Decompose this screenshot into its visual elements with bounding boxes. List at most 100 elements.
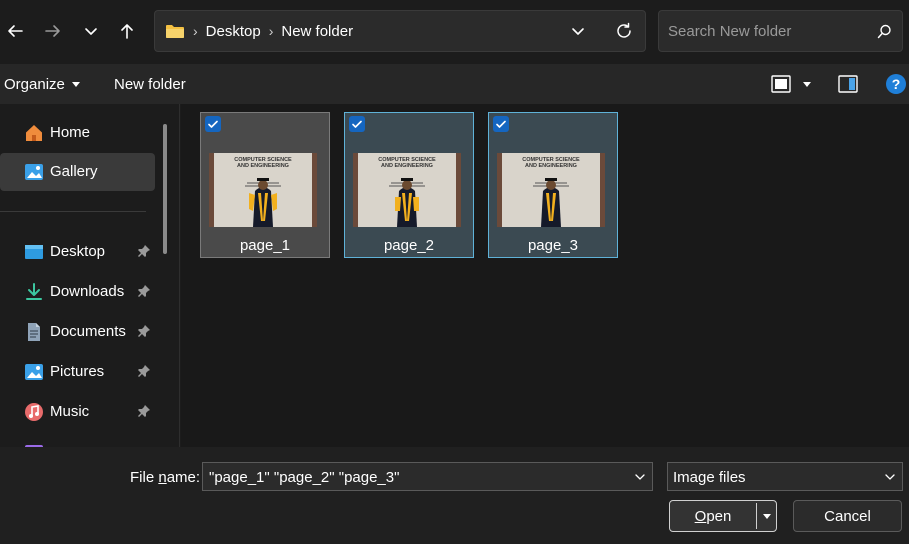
downloads-icon xyxy=(26,283,42,300)
image-thumbnail: COMPUTER SCIENCE AND ENGINEERING xyxy=(497,153,605,227)
sidebar-item-label: Gallery xyxy=(50,163,98,180)
selection-checkbox[interactable] xyxy=(205,116,221,132)
sidebar-item-label: Home xyxy=(50,124,91,141)
file-item-page-1[interactable]: COMPUTER SCIENCE AND ENGINEERING page_1 xyxy=(200,112,330,258)
image-thumbnail: COMPUTER SCIENCE AND ENGINEERING xyxy=(353,153,461,227)
preview-pane-icon xyxy=(838,75,858,93)
gallery-icon xyxy=(25,164,43,180)
pin-icon[interactable] xyxy=(137,284,151,298)
file-name-label: File name: xyxy=(130,469,201,486)
command-bar: Organize New folder ? xyxy=(0,64,909,104)
navigation-bar: › Desktop › New folder xyxy=(0,0,909,64)
music-icon xyxy=(25,403,43,421)
organize-menu[interactable]: Organize xyxy=(4,64,81,104)
documents-icon xyxy=(28,323,40,341)
view-layout-icon xyxy=(771,75,791,93)
refresh-icon xyxy=(617,22,631,38)
sidebar-item-label: Music xyxy=(50,403,90,420)
file-item-page-2[interactable]: COMPUTER SCIENCE AND ENGINEERING page_2 xyxy=(344,112,474,258)
sidebar-item-label: Desktop xyxy=(50,243,106,260)
breadcrumb-separator: › xyxy=(268,23,274,39)
chevron-down-icon xyxy=(572,28,584,35)
breadcrumb-desktop[interactable]: Desktop xyxy=(206,23,261,40)
svg-text:?: ? xyxy=(892,76,901,92)
desktop-icon xyxy=(25,245,43,259)
refresh-button[interactable] xyxy=(615,22,633,40)
help-button[interactable]: ? xyxy=(885,73,907,95)
sidebar-item-home[interactable]: Home xyxy=(0,114,155,152)
cancel-button[interactable]: Cancel xyxy=(793,500,902,532)
sidebar-item-pictures[interactable]: Pictures xyxy=(0,353,155,391)
pin-icon[interactable] xyxy=(137,364,151,378)
home-icon xyxy=(26,125,42,141)
file-item-page-3[interactable]: COMPUTER SCIENCE AND ENGINEERING page_3 xyxy=(488,112,618,258)
image-thumbnail: COMPUTER SCIENCE AND ENGINEERING xyxy=(209,153,317,227)
selection-checkbox[interactable] xyxy=(493,116,509,132)
help-icon: ? xyxy=(886,74,906,94)
file-list[interactable]: COMPUTER SCIENCE AND ENGINEERING page_1 … xyxy=(181,104,909,447)
caret-down-icon xyxy=(762,514,771,519)
selection-checkbox[interactable] xyxy=(349,116,365,132)
svg-text:AND ENGINEERING: AND ENGINEERING xyxy=(381,163,433,169)
up-button[interactable] xyxy=(112,16,142,46)
sidebar-item-downloads[interactable]: Downloads xyxy=(0,273,155,311)
pin-icon[interactable] xyxy=(137,244,151,258)
open-button[interactable]: Open xyxy=(670,501,756,531)
svg-text:AND ENGINEERING: AND ENGINEERING xyxy=(525,163,577,169)
search-box[interactable] xyxy=(658,10,903,52)
new-folder-label: New folder xyxy=(114,75,186,93)
breadcrumb-new-folder[interactable]: New folder xyxy=(281,23,353,40)
file-name-combobox[interactable]: "page_1" "page_2" "page_3" xyxy=(202,462,653,491)
up-arrow-icon xyxy=(121,24,133,39)
caret-down-icon xyxy=(803,82,811,87)
navigation-pane[interactable]: Home Gallery Desktop Downloads Documents… xyxy=(0,104,180,447)
address-history-dropdown[interactable] xyxy=(571,24,585,38)
open-options-dropdown[interactable] xyxy=(757,501,776,531)
forward-arrow-icon xyxy=(45,25,60,37)
view-options-button[interactable] xyxy=(771,75,791,93)
pictures-icon xyxy=(25,364,43,380)
checkmark-icon xyxy=(496,120,506,128)
sidebar-item-gallery[interactable]: Gallery xyxy=(0,153,155,191)
view-options-dropdown[interactable] xyxy=(802,79,812,89)
search-icon xyxy=(877,24,892,39)
folder-icon xyxy=(166,25,184,38)
chevron-down-icon xyxy=(85,28,97,35)
sidebar-item-documents[interactable]: Documents xyxy=(0,313,155,351)
search-input[interactable] xyxy=(668,21,868,41)
sidebar-item-label: Downloads xyxy=(50,283,125,300)
back-button[interactable] xyxy=(0,16,30,46)
file-name-input[interactable]: "page_1" "page_2" "page_3" xyxy=(209,469,399,486)
sidebar-divider xyxy=(0,211,146,212)
sidebar-item-label: Pictures xyxy=(50,363,105,380)
breadcrumb: › Desktop › New folder xyxy=(165,11,353,51)
file-name[interactable]: page_2 xyxy=(345,237,473,254)
preview-pane-button[interactable] xyxy=(838,75,858,93)
pin-icon[interactable] xyxy=(137,324,151,338)
checkmark-icon xyxy=(352,120,362,128)
breadcrumb-separator: › xyxy=(193,23,198,39)
file-name[interactable]: page_3 xyxy=(489,237,617,254)
sidebar-item-videos-partial[interactable] xyxy=(0,433,155,447)
caret-down-icon xyxy=(71,82,80,87)
chevron-down-icon[interactable] xyxy=(634,471,646,483)
checkmark-icon xyxy=(208,120,218,128)
organize-label: Organize xyxy=(4,75,65,93)
pin-icon[interactable] xyxy=(137,404,151,418)
address-bar[interactable]: › Desktop › New folder xyxy=(154,10,646,52)
back-arrow-icon xyxy=(8,25,23,37)
cancel-label: Cancel xyxy=(824,507,871,525)
dialog-footer: File name: "page_1" "page_2" "page_3" Im… xyxy=(0,447,909,544)
sidebar-item-music[interactable]: Music xyxy=(0,393,155,431)
sidebar-scrollbar[interactable] xyxy=(163,124,167,254)
chevron-down-icon xyxy=(885,474,895,480)
new-folder-button[interactable]: New folder xyxy=(114,64,186,104)
forward-button[interactable] xyxy=(38,16,68,46)
open-split-button: Open xyxy=(669,500,777,532)
sidebar-item-desktop[interactable]: Desktop xyxy=(0,233,155,271)
file-name[interactable]: page_1 xyxy=(201,237,329,254)
svg-text:AND ENGINEERING: AND ENGINEERING xyxy=(237,163,289,169)
sidebar-item-label: Documents xyxy=(50,323,126,340)
recent-locations-button[interactable] xyxy=(76,16,106,46)
file-type-select[interactable]: Image files xyxy=(667,462,903,491)
